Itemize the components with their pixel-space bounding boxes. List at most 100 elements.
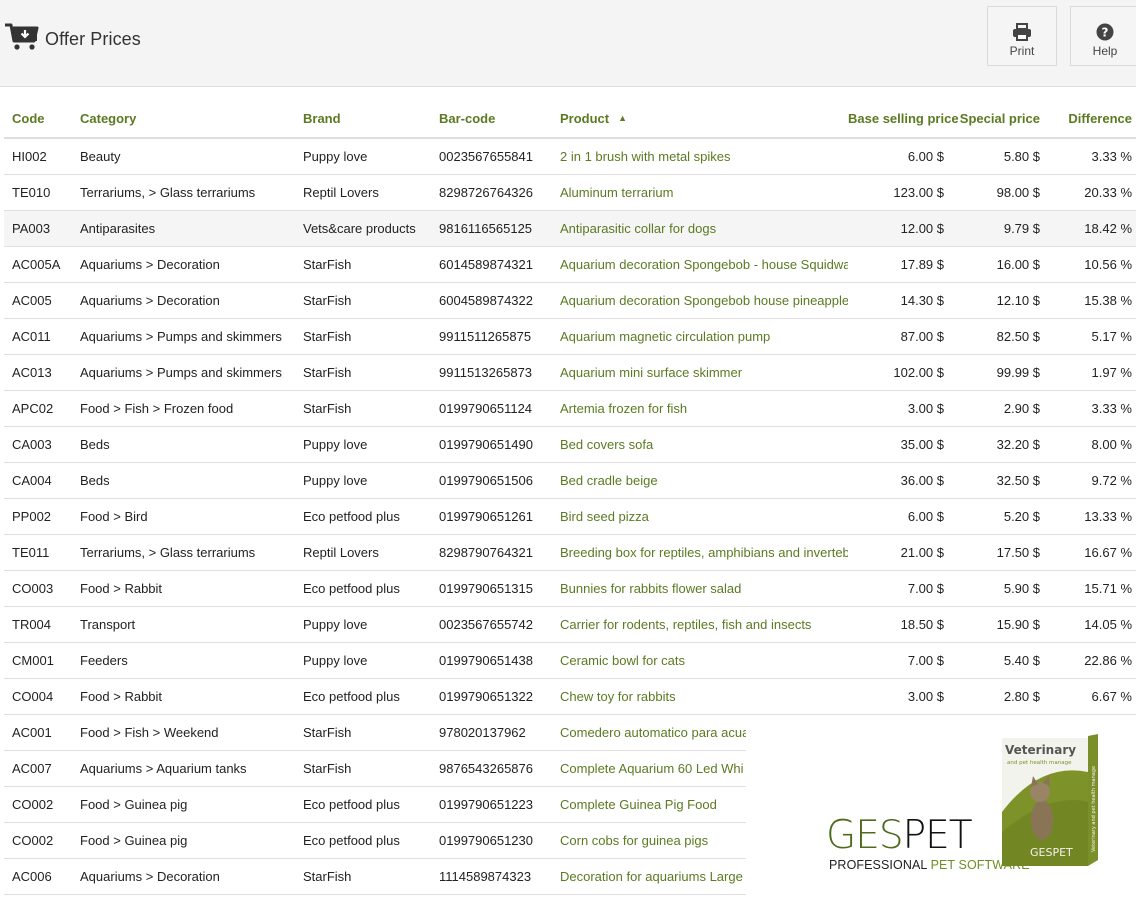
print-button[interactable]: Print bbox=[987, 6, 1057, 66]
cell-product[interactable]: Aquarium magnetic circulation pump bbox=[552, 318, 848, 355]
cell-product[interactable]: Breeding box for reptiles, amphibians an… bbox=[552, 534, 848, 571]
table-row[interactable]: TE011 Terrariums, > Glass terrariums Repti… bbox=[4, 534, 1136, 571]
column-header-category[interactable]: Category bbox=[72, 100, 295, 139]
cell-code: AC005A bbox=[4, 246, 72, 283]
cell-barcode: 978020137962 bbox=[431, 714, 552, 751]
cell-barcode: 0199790651223 bbox=[431, 786, 552, 823]
cell-category: Aquariums > Decoration bbox=[72, 282, 295, 319]
cell-difference: 10.56 % bbox=[1044, 246, 1136, 283]
help-circle-icon: ? bbox=[1096, 23, 1114, 41]
cell-brand: StarFish bbox=[295, 858, 431, 895]
column-header-barcode[interactable]: Bar-code bbox=[431, 100, 552, 139]
table-row[interactable]: AC013 Aquariums > Pumps and skimmers StarF… bbox=[4, 354, 1136, 391]
cell-product[interactable]: Bed covers sofa bbox=[552, 426, 848, 463]
cell-difference: 5.17 % bbox=[1044, 318, 1136, 355]
table-row[interactable]: TE010 Terrariums, > Glass terrariums Repti… bbox=[4, 174, 1136, 211]
cell-product[interactable]: Bunnies for rabbits flower salad bbox=[552, 570, 848, 607]
box-brand: GESPET bbox=[1030, 846, 1073, 859]
cell-code: TE011 bbox=[4, 534, 72, 571]
table-row[interactable]: AC011 Aquariums > Pumps and skimmers StarF… bbox=[4, 318, 1136, 355]
cell-brand: Puppy love bbox=[295, 426, 431, 463]
column-header-brand[interactable]: Brand bbox=[295, 100, 431, 139]
cell-category: Aquariums > Decoration bbox=[72, 246, 295, 283]
cell-category: Beds bbox=[72, 462, 295, 499]
cell-brand: Puppy love bbox=[295, 642, 431, 679]
table-row[interactable]: AC005A Aquariums > Decoration StarFish 6014… bbox=[4, 246, 1136, 283]
column-header-special-price[interactable]: Special price bbox=[948, 100, 1044, 139]
column-header-product[interactable]: Product ▲ bbox=[552, 100, 848, 139]
table-row[interactable]: CO003 Food > Rabbit Eco petfood plus 019979… bbox=[4, 570, 1136, 607]
cell-barcode: 8298790764321 bbox=[431, 534, 552, 571]
table-row[interactable]: PP002 Food > Bird Eco petfood plus 01997906… bbox=[4, 498, 1136, 535]
cell-product[interactable]: Chew toy for rabbits bbox=[552, 678, 848, 715]
cell-code: CO004 bbox=[4, 678, 72, 715]
cell-barcode: 0199790651315 bbox=[431, 570, 552, 607]
table-row[interactable]: APC02 Food > Fish > Frozen food StarFish 01… bbox=[4, 390, 1136, 427]
cell-code: CM001 bbox=[4, 642, 72, 679]
cell-special-price: 32.20 $ bbox=[948, 426, 1044, 463]
cell-base-price: 87.00 $ bbox=[848, 318, 948, 355]
cell-code: CO002 bbox=[4, 786, 72, 823]
cell-difference: 6.67 % bbox=[1044, 678, 1136, 715]
cell-category: Terrariums, > Glass terrariums bbox=[72, 174, 295, 211]
cell-difference: 3.33 % bbox=[1044, 138, 1136, 175]
cell-category: Food > Guinea pig bbox=[72, 786, 295, 823]
table-row[interactable]: AC005 Aquariums > Decoration StarFish 60045… bbox=[4, 282, 1136, 319]
cell-barcode: 6004589874322 bbox=[431, 282, 552, 319]
cell-category: Aquariums > Pumps and skimmers bbox=[72, 318, 295, 355]
cell-base-price: 18.50 $ bbox=[848, 606, 948, 643]
column-header-difference[interactable]: Difference bbox=[1044, 100, 1136, 139]
cell-difference: 15.71 % bbox=[1044, 570, 1136, 607]
column-header-code[interactable]: Code bbox=[4, 100, 72, 139]
cell-barcode: 9816116565125 bbox=[431, 210, 552, 247]
cell-product[interactable]: Aluminum terrarium bbox=[552, 174, 848, 211]
cell-product[interactable]: Antiparasitic collar for dogs bbox=[552, 210, 848, 247]
table-row[interactable]: HI002 Beauty Puppy love 0023567655841 2 in 1… bbox=[4, 138, 1136, 175]
cell-code: HI002 bbox=[4, 138, 72, 175]
cell-product[interactable]: 2 in 1 brush with metal spikes bbox=[552, 138, 848, 175]
table-row[interactable]: TR004 Transport Puppy love 0023567655742 Car… bbox=[4, 606, 1136, 643]
cell-brand: Eco petfood plus bbox=[295, 822, 431, 859]
cell-code: AC001 bbox=[4, 714, 72, 751]
cell-barcode: 1114589874323 bbox=[431, 858, 552, 895]
table-row[interactable]: CA004 Beds Puppy love 0199790651506 Bed crad… bbox=[4, 462, 1136, 499]
cell-brand: Eco petfood plus bbox=[295, 498, 431, 535]
help-button[interactable]: ? Help bbox=[1070, 6, 1136, 66]
cell-product[interactable]: Aquarium mini surface skimmer bbox=[552, 354, 848, 391]
cell-barcode: 0023567655841 bbox=[431, 138, 552, 175]
cell-brand: Puppy love bbox=[295, 606, 431, 643]
cell-product[interactable]: Artemia frozen for fish bbox=[552, 390, 848, 427]
cart-download-icon bbox=[5, 23, 39, 50]
cell-category: Food > Fish > Weekend bbox=[72, 714, 295, 751]
cell-product[interactable]: Carrier for rodents, reptiles, fish and … bbox=[552, 606, 848, 643]
table-row[interactable]: CO004 Food > Rabbit Eco petfood plus 019979… bbox=[4, 678, 1136, 715]
cell-product[interactable]: Bed cradle beige bbox=[552, 462, 848, 499]
cell-barcode: 0199790651322 bbox=[431, 678, 552, 715]
cell-product[interactable]: Bird seed pizza bbox=[552, 498, 848, 535]
cell-category: Transport bbox=[72, 606, 295, 643]
svg-text:?: ? bbox=[1102, 26, 1109, 40]
cell-special-price: 99.99 $ bbox=[948, 354, 1044, 391]
cell-special-price: 2.80 $ bbox=[948, 678, 1044, 715]
cell-category: Terrariums, > Glass terrariums bbox=[72, 534, 295, 571]
table-row[interactable]: CA003 Beds Puppy love 0199790651490 Bed cove… bbox=[4, 426, 1136, 463]
cell-difference: 18.42 % bbox=[1044, 210, 1136, 247]
cell-product[interactable]: Aquarium decoration Spongebob - house Sq… bbox=[552, 246, 848, 283]
column-header-base-price[interactable]: Base selling price bbox=[848, 100, 959, 139]
table-row[interactable]: PA003 Antiparasites Vets&care products 9816… bbox=[4, 210, 1136, 247]
cell-product[interactable]: Aquarium decoration Spongebob house pine… bbox=[552, 282, 848, 319]
cell-base-price: 3.00 $ bbox=[848, 390, 948, 427]
cell-product[interactable]: Ceramic bowl for cats bbox=[552, 642, 848, 679]
cell-special-price: 15.90 $ bbox=[948, 606, 1044, 643]
cell-brand: Reptil Lovers bbox=[295, 534, 431, 571]
cell-brand: Eco petfood plus bbox=[295, 570, 431, 607]
cell-category: Aquariums > Decoration bbox=[72, 858, 295, 895]
cell-code: AC006 bbox=[4, 858, 72, 895]
cell-special-price: 32.50 $ bbox=[948, 462, 1044, 499]
cell-code: CO002 bbox=[4, 822, 72, 859]
cell-difference: 20.33 % bbox=[1044, 174, 1136, 211]
cell-brand: Eco petfood plus bbox=[295, 678, 431, 715]
table-row[interactable]: CM001 Feeders Puppy love 0199790651438 Ceram… bbox=[4, 642, 1136, 679]
cell-code: AC007 bbox=[4, 750, 72, 787]
cell-brand: Reptil Lovers bbox=[295, 174, 431, 211]
